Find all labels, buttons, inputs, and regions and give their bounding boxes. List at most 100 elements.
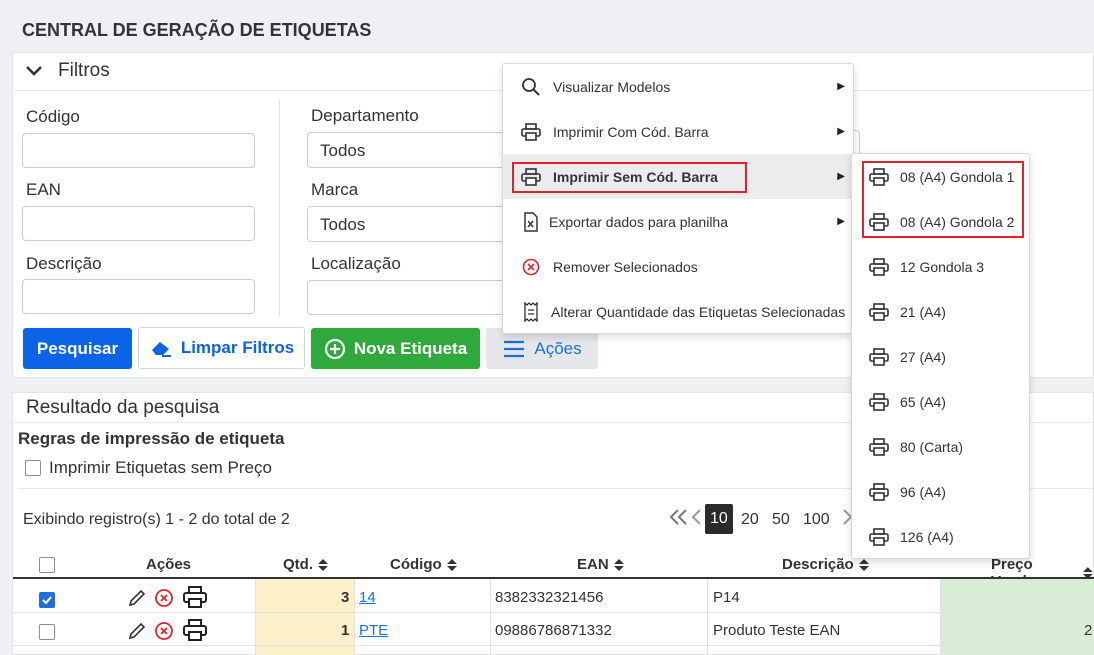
menu-visualizar-modelos[interactable]: Visualizar Modelos ▶ <box>503 64 853 109</box>
col-sep <box>490 579 491 655</box>
row-codigo-link[interactable]: PTE <box>359 622 388 639</box>
acoes-menu: Visualizar Modelos ▶ Imprimir Com Cód. B… <box>502 63 854 334</box>
submenu-item[interactable]: 96 (A4) <box>852 469 1029 514</box>
limpar-filtros-button[interactable]: Limpar Filtros <box>138 327 305 369</box>
row-qtd[interactable]: 3 <box>341 589 349 606</box>
pesquisar-label: Pesquisar <box>36 338 119 358</box>
pager-prev[interactable] <box>690 506 704 533</box>
nova-etiqueta-label: Nova Etiqueta <box>353 338 468 358</box>
printer-icon <box>869 167 889 186</box>
price-column-bg <box>940 579 1094 655</box>
col-ean[interactable]: EAN <box>577 556 625 573</box>
filters-toggle[interactable]: Filtros <box>24 60 110 82</box>
sort-icon <box>858 558 869 571</box>
column-divider <box>279 100 280 316</box>
ean-input[interactable] <box>22 206 255 241</box>
page-title: CENTRAL DE GERAÇÃO DE ETIQUETAS <box>22 20 372 40</box>
pager-first[interactable] <box>668 506 690 533</box>
menu-imprimir-com-cod[interactable]: Imprimir Com Cód. Barra ▶ <box>503 109 853 154</box>
submenu-item[interactable]: 80 (Carta) <box>852 424 1029 469</box>
row-divider <box>13 645 1094 646</box>
printer-icon <box>869 302 889 321</box>
submenu-item[interactable]: 21 (A4) <box>852 289 1029 334</box>
nova-etiqueta-button[interactable]: Nova Etiqueta <box>311 328 480 369</box>
caret-right-icon: ▶ <box>837 216 845 227</box>
highlight-box <box>512 162 747 193</box>
filters-title: Filtros <box>58 60 110 81</box>
departamento-select[interactable]: Todos <box>307 132 507 168</box>
page-size-100[interactable]: 100 <box>803 511 830 529</box>
submenu-item-label: 08 (A4) Gondola 1 <box>900 168 1015 185</box>
sort-icon <box>446 558 457 571</box>
acoes-button[interactable]: Ações <box>486 328 598 369</box>
spreadsheet-icon <box>524 211 538 232</box>
remove-circle-icon[interactable] <box>154 621 174 641</box>
caret-right-icon: ▶ <box>837 126 845 137</box>
header-underline <box>13 577 1094 579</box>
submenu-item[interactable]: 12 Gondola 3 <box>852 244 1029 289</box>
row-qtd[interactable]: 1 <box>341 622 349 639</box>
menu-exportar-planilha[interactable]: Exportar dados para planilha ▶ <box>503 199 853 244</box>
localizacao-input[interactable] <box>307 280 507 315</box>
localizacao-label: Localização <box>311 254 401 273</box>
submenu-item-label: 27 (A4) <box>900 348 946 365</box>
page-size-50[interactable]: 50 <box>772 511 790 529</box>
menu-alterar-quantidade[interactable]: Alterar Quantidade das Etiquetas Selecio… <box>503 289 853 334</box>
row-ean: 09886786871332 <box>495 622 612 639</box>
row-checkbox[interactable] <box>39 592 55 608</box>
printer-icon <box>869 347 889 366</box>
pencil-icon[interactable] <box>127 621 147 641</box>
results-title: Resultado da pesquisa <box>26 397 220 418</box>
hamburger-icon <box>504 340 525 357</box>
row-preco: 2 <box>1084 622 1093 639</box>
row-divider <box>13 612 1094 613</box>
plus-circle-icon <box>324 338 345 359</box>
submenu-item-label: 96 (A4) <box>900 483 946 500</box>
submenu-item[interactable]: 65 (A4) <box>852 379 1029 424</box>
menu-remover-selecionados[interactable]: Remover Selecionados <box>503 244 853 289</box>
marca-select[interactable]: Todos <box>307 206 507 242</box>
page-size-10[interactable]: 10 <box>705 504 733 534</box>
col-sep <box>255 579 256 655</box>
row-descricao: Produto Teste EAN <box>713 622 841 639</box>
limpar-filtros-label: Limpar Filtros <box>180 338 295 357</box>
printer-icon[interactable] <box>182 618 208 642</box>
menu-imprimir-sem-cod[interactable]: Imprimir Sem Cód. Barra ▶ <box>503 154 853 199</box>
pesquisar-button[interactable]: Pesquisar <box>23 328 132 369</box>
remove-circle-icon[interactable] <box>154 588 174 608</box>
menu-item-label: Remover Selecionados <box>553 258 698 275</box>
departamento-label: Departamento <box>311 106 419 125</box>
submenu-item[interactable]: 126 (A4) <box>852 514 1029 559</box>
pencil-icon[interactable] <box>127 588 147 608</box>
row-checkbox[interactable] <box>39 624 55 640</box>
printer-icon <box>869 437 889 456</box>
printer-icon <box>869 482 889 501</box>
submenu-item[interactable]: 08 (A4) Gondola 2 <box>852 199 1029 244</box>
row-codigo-link[interactable]: 14 <box>359 589 376 606</box>
submenu-item[interactable]: 27 (A4) <box>852 334 1029 379</box>
menu-item-label: Visualizar Modelos <box>553 78 671 95</box>
submenu-item-label: 12 Gondola 3 <box>900 258 985 275</box>
select-all-checkbox[interactable] <box>39 557 55 573</box>
printer-icon[interactable] <box>182 585 208 609</box>
records-info: Exibindo registro(s) 1 - 2 do total de 2 <box>23 511 290 528</box>
col-sep <box>354 579 355 655</box>
col-codigo[interactable]: Código <box>390 556 458 573</box>
chevron-down-icon <box>26 66 42 76</box>
chevron-left-icon <box>691 509 701 525</box>
descricao-input[interactable] <box>22 279 255 314</box>
double-chevron-left-icon <box>669 509 687 525</box>
noprice-checkbox[interactable] <box>25 460 41 476</box>
submenu-item[interactable]: 08 (A4) Gondola 1 <box>852 154 1029 199</box>
col-qtd[interactable]: Qtd. <box>283 556 329 573</box>
noprice-label: Imprimir Etiquetas sem Preço <box>49 458 272 477</box>
printer-icon <box>869 392 889 411</box>
row-descricao: P14 <box>713 589 740 606</box>
row-ean: 8382332321456 <box>495 589 604 606</box>
page-size-20[interactable]: 20 <box>741 511 759 529</box>
col-sep <box>940 579 941 655</box>
search-icon <box>522 77 540 96</box>
check-icon <box>42 596 52 605</box>
rules-title: Regras de impressão de etiqueta <box>18 429 285 448</box>
codigo-input[interactable] <box>22 133 255 168</box>
